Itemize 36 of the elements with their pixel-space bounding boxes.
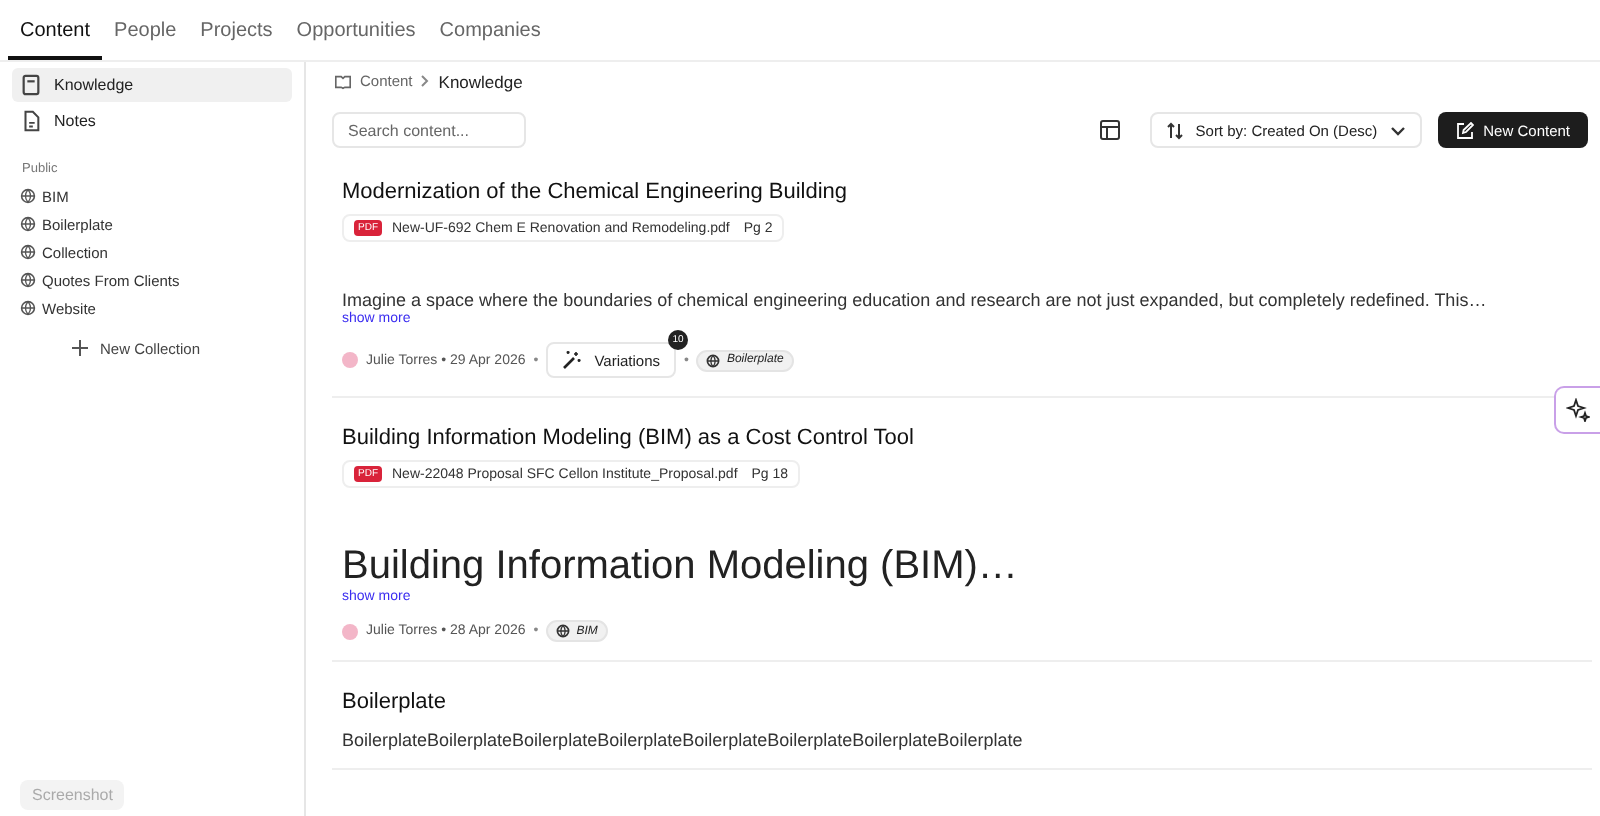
breadcrumb-current: Knowledge [438, 71, 523, 91]
magic-wand-icon [562, 350, 583, 370]
excerpt-text: Imagine a space where the boundaries of chemical engineering education and research are not just expanded, but completely redefined. This… [342, 290, 1487, 310]
nav-tab[interactable]: Opportunities [284, 4, 428, 60]
nav-tab[interactable]: Projects [188, 4, 285, 60]
sparkle-button[interactable] [1554, 386, 1600, 434]
excerpt-heading: Building Information Modeling (BIM)… [342, 544, 1018, 588]
content-title[interactable]: Modernization of the Chemical Engineering Building [342, 180, 848, 204]
plus-icon [72, 340, 88, 356]
edit-icon [1455, 121, 1474, 139]
book-icon [334, 73, 352, 89]
sidebar-item[interactable]: Knowledge [12, 68, 292, 102]
globe-icon [20, 188, 36, 204]
table-icon[interactable] [1099, 120, 1120, 140]
avatar [342, 623, 358, 639]
search-field[interactable]: Search content... [332, 112, 526, 148]
nav-tab[interactable]: Content [8, 4, 103, 60]
chevron-down-icon [1389, 125, 1406, 135]
globe-icon [20, 300, 36, 316]
globe-icon [20, 272, 36, 288]
globe-icon [20, 244, 36, 260]
nav-tab[interactable]: People [102, 4, 189, 60]
globe-icon [556, 624, 571, 638]
globe-icon [706, 353, 721, 367]
sort-icon [1165, 121, 1184, 139]
sidebar-item[interactable]: Notes [12, 104, 292, 138]
sparkle-icon [1566, 398, 1590, 422]
book-icon [20, 74, 42, 96]
nav-tab[interactable]: Companies [427, 4, 553, 60]
chevron-right-icon [420, 74, 431, 88]
avatar [342, 352, 358, 368]
excerpt-text: BoilerplateBoilerplateBoilerplateBoilerplateBoilerplateBoilerplateBoilerplateBoilerplate [342, 730, 1023, 750]
document-icon [20, 110, 42, 132]
content-title[interactable]: Building Information Modeling (BIM) as a Cost Control Tool [342, 426, 914, 450]
globe-icon [20, 216, 36, 232]
content-title[interactable]: Boilerplate [342, 690, 446, 714]
